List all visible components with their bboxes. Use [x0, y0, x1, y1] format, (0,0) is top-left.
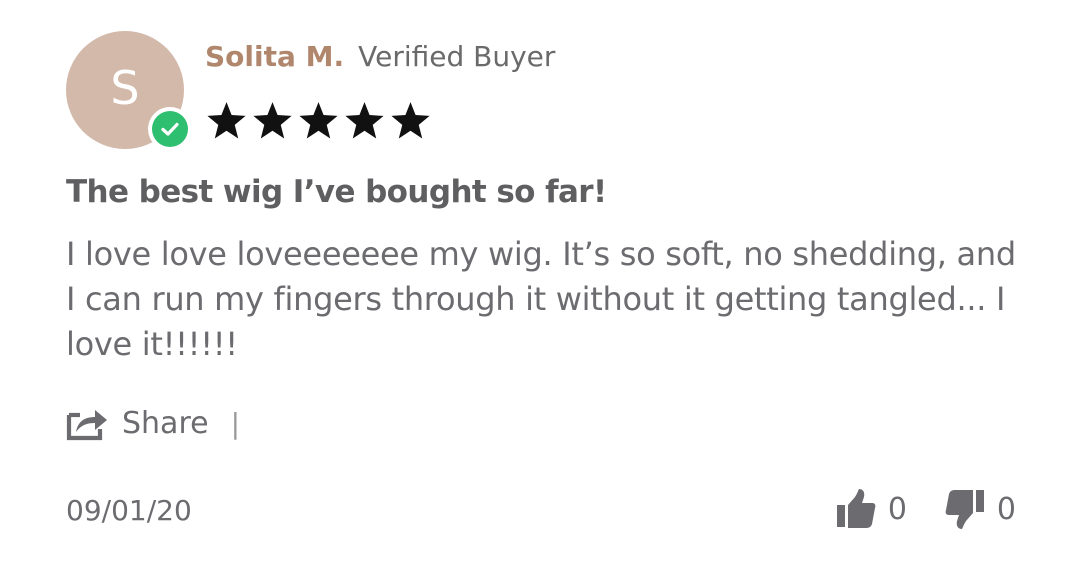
- share-label: Share: [122, 405, 209, 441]
- review-date: 09/01/20: [66, 494, 192, 527]
- vote-up-button[interactable]: 0: [836, 488, 907, 530]
- reviewer-header: Solita M. Verified Buyer: [205, 40, 555, 73]
- thumbs-up-icon: [836, 489, 876, 528]
- vote-down-count: 0: [996, 491, 1016, 527]
- review-body: I love love loveeeeeee my wig. It’s so s…: [66, 235, 1016, 363]
- verified-badge: [148, 107, 192, 151]
- star-icon: [345, 102, 384, 139]
- thumbs-down-icon: [945, 490, 984, 529]
- check-circle-icon: [152, 111, 188, 147]
- vote-down-button[interactable]: 0: [945, 488, 1016, 530]
- star-rating: [205, 100, 432, 142]
- action-divider: |: [230, 406, 241, 440]
- verified-buyer-label: Verified Buyer: [358, 40, 556, 73]
- reviewer-name: Solita M.: [205, 40, 345, 73]
- star-icon: [299, 102, 338, 139]
- vote-up-count: 0: [887, 491, 907, 527]
- star-icon: [391, 102, 430, 139]
- vote-controls: 0 0: [836, 488, 1016, 530]
- share-icon: [66, 410, 107, 441]
- avatar-initial: S: [110, 61, 140, 115]
- share-row: Share |: [66, 405, 240, 441]
- review-title: The best wig I’ve bought so far!: [66, 174, 607, 210]
- share-button[interactable]: Share: [66, 405, 209, 441]
- star-icon: [207, 102, 246, 139]
- star-icon: [253, 102, 292, 139]
